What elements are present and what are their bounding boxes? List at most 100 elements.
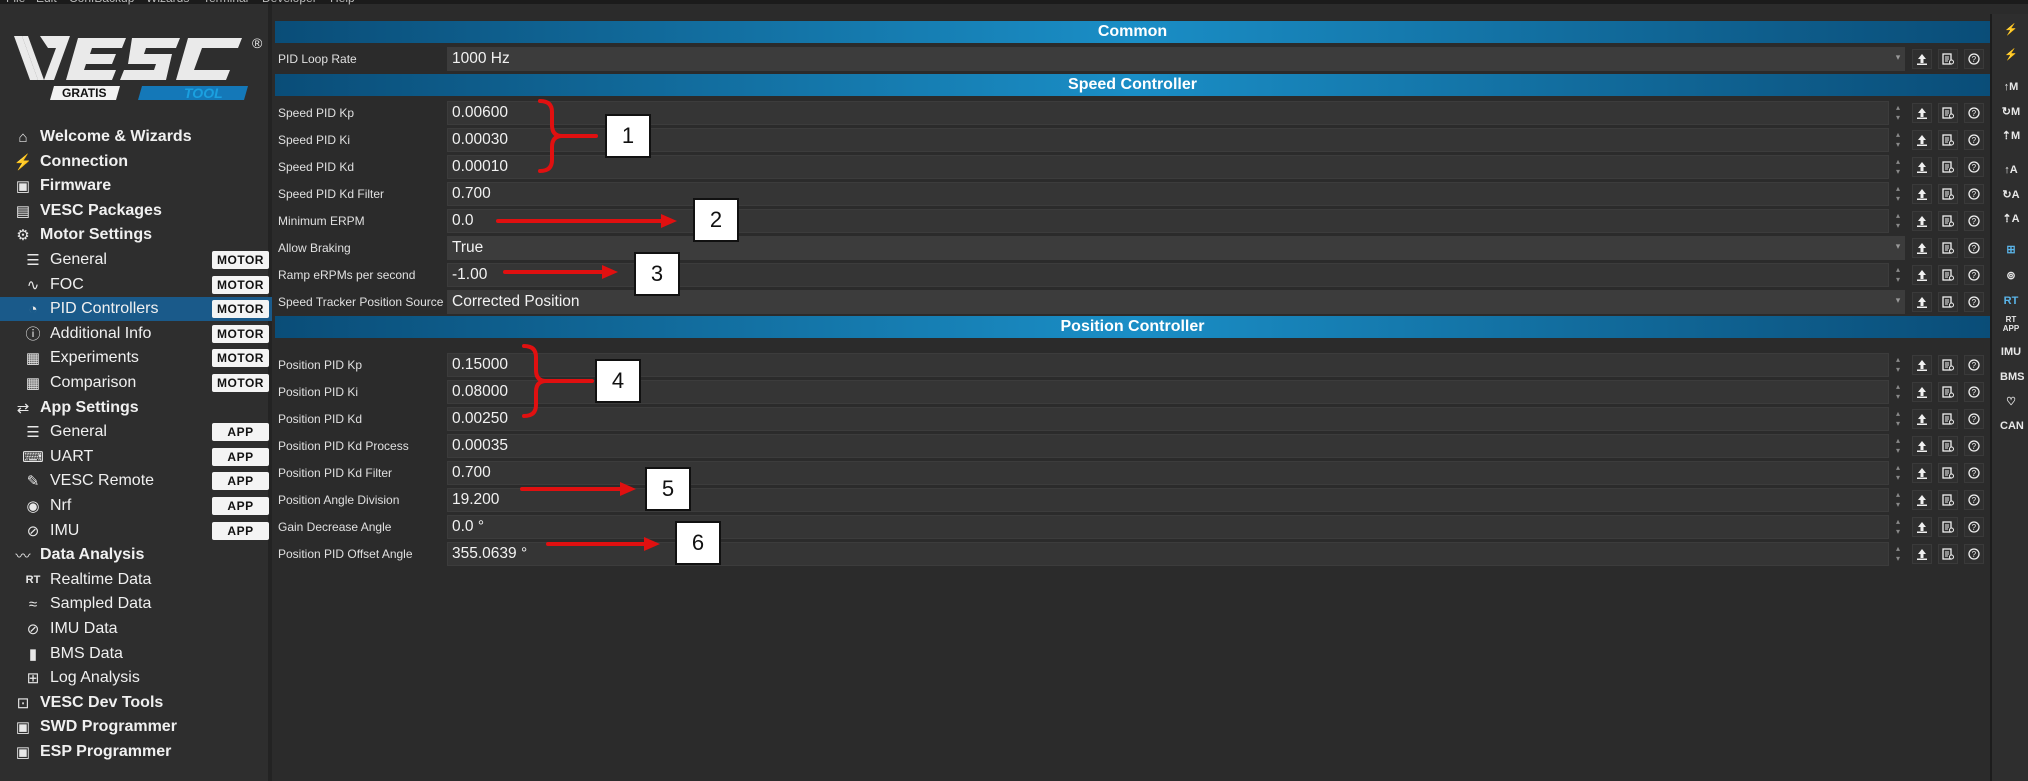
write-to-vesc-button[interactable] (1912, 238, 1932, 258)
write-to-vesc-button[interactable] (1912, 292, 1932, 312)
spin-arrows-icon[interactable]: ▴ ▾ (1892, 355, 1904, 375)
sidebar-item-connection-1[interactable]: ⚡ Connection (0, 150, 272, 174)
sidebar-item-log-analysis-22[interactable]: ⊞ Log Analysis (0, 666, 272, 690)
sidebar-item-imu-16[interactable]: ⊘ IMU APP (0, 519, 272, 543)
write-to-vesc-button[interactable] (1912, 103, 1932, 123)
sidebar-item-general-12[interactable]: ☰ General APP (0, 420, 272, 444)
restore-default-button[interactable] (1938, 211, 1958, 231)
restore-default-button[interactable] (1938, 238, 1958, 258)
write-to-vesc-button[interactable] (1912, 355, 1932, 375)
help-button[interactable]: ? (1964, 130, 1984, 150)
keepalive-icon[interactable]: ♡ (2000, 392, 2022, 412)
sidebar-item-sampled-data-19[interactable]: ≈ Sampled Data (0, 592, 272, 616)
read-default-app-config-icon[interactable]: ↻A (2000, 185, 2022, 205)
spin-arrows-icon[interactable]: ▴ ▾ (1892, 517, 1904, 537)
menu-item-confbackup[interactable]: ConfBackup (69, 0, 134, 4)
spin-arrows-icon[interactable]: ▴ ▾ (1892, 184, 1904, 204)
sidebar-item-uart-13[interactable]: ⌨ UART APP (0, 445, 272, 469)
help-button[interactable]: ? (1964, 211, 1984, 231)
param-spinbox[interactable]: 0.08000 (447, 380, 1889, 404)
sidebar-item-bms-data-21[interactable]: ▮ BMS Data (0, 642, 272, 666)
restore-default-button[interactable] (1938, 130, 1958, 150)
can-bus-scan-icon[interactable]: ⊞ (2000, 240, 2022, 260)
restore-default-button[interactable] (1938, 463, 1958, 483)
help-button[interactable]: ? (1964, 409, 1984, 429)
param-spinbox[interactable]: 0.00600 (447, 101, 1889, 125)
write-to-vesc-button[interactable] (1912, 463, 1932, 483)
spin-arrows-icon[interactable]: ▴ ▾ (1892, 490, 1904, 510)
param-spinbox[interactable]: 0.0 (447, 209, 1889, 233)
sidebar-item-welcome-wizards-0[interactable]: ⌂ Welcome & Wizards (0, 125, 272, 149)
write-to-vesc-button[interactable] (1912, 409, 1932, 429)
write-to-vesc-button[interactable] (1912, 184, 1932, 204)
write-to-vesc-button[interactable] (1912, 544, 1932, 564)
menu-item-wizards[interactable]: Wizards (146, 0, 189, 4)
spin-arrows-icon[interactable]: ▴ ▾ (1892, 463, 1904, 483)
sidebar-item-nrf-15[interactable]: ◉ Nrf APP (0, 494, 272, 518)
sidebar-item-data-analysis-17[interactable]: 〰 Data Analysis (0, 543, 272, 567)
param-spinbox[interactable]: 0.00250 (447, 407, 1889, 431)
restore-default-button[interactable] (1938, 490, 1958, 510)
sidebar-item-vesc-remote-14[interactable]: ✎ VESC Remote APP (0, 469, 272, 493)
sidebar-item-additional-info-8[interactable]: ⓘ Additional Info MOTOR (0, 322, 272, 346)
sidebar-item-comparison-10[interactable]: ▦ Comparison MOTOR (0, 371, 272, 395)
help-button[interactable]: ? (1964, 382, 1984, 402)
bms-toggle-icon[interactable]: BMS (2000, 367, 2024, 387)
sidebar-item-motor-settings-4[interactable]: ⚙ Motor Settings (0, 223, 272, 247)
read-motor-config-icon[interactable]: ↑M (2000, 77, 2022, 97)
write-to-vesc-button[interactable] (1912, 490, 1932, 510)
menu-item-terminal[interactable]: Terminal (203, 0, 248, 4)
param-spinbox[interactable]: 0.00035 (447, 434, 1889, 458)
can-forward-icon[interactable]: CAN (2000, 416, 2024, 436)
param-spinbox[interactable]: 0.700 (447, 182, 1889, 206)
write-to-vesc-button[interactable] (1912, 211, 1932, 231)
gamepad-icon[interactable]: ⊚ (2000, 266, 2022, 286)
imu-toggle-icon[interactable]: IMU (2000, 342, 2022, 362)
help-button[interactable]: ? (1964, 355, 1984, 375)
restore-default-button[interactable] (1938, 517, 1958, 537)
restore-default-button[interactable] (1938, 544, 1958, 564)
realtime-app-icon[interactable]: RT APP (2000, 315, 2022, 335)
help-button[interactable]: ? (1964, 292, 1984, 312)
restore-default-button[interactable] (1938, 157, 1958, 177)
restore-default-button[interactable] (1938, 49, 1958, 69)
restore-default-button[interactable] (1938, 355, 1958, 375)
sidebar-item-foc-6[interactable]: ∿ FOC MOTOR (0, 273, 272, 297)
restore-default-button[interactable] (1938, 292, 1958, 312)
spin-arrows-icon[interactable]: ▴ ▾ (1892, 103, 1904, 123)
sidebar-item-realtime-data-18[interactable]: RT Realtime Data (0, 568, 272, 592)
spin-arrows-icon[interactable]: ▴ ▾ (1892, 130, 1904, 150)
help-button[interactable]: ? (1964, 103, 1984, 123)
sidebar-item-app-settings-11[interactable]: ⇄ App Settings (0, 396, 272, 420)
spin-arrows-icon[interactable]: ▴ ▾ (1892, 544, 1904, 564)
write-to-vesc-button[interactable] (1912, 517, 1932, 537)
disconnect-icon[interactable]: ⚡ (2000, 45, 2022, 65)
help-button[interactable]: ? (1964, 157, 1984, 177)
chevron-down-icon[interactable]: ▾ (1892, 241, 1904, 255)
write-to-vesc-button[interactable] (1912, 130, 1932, 150)
chevron-down-icon[interactable]: ▾ (1892, 295, 1904, 309)
restore-default-button[interactable] (1938, 409, 1958, 429)
sidebar-item-swd-programmer-24[interactable]: ▣ SWD Programmer (0, 715, 272, 739)
spin-arrows-icon[interactable]: ▴ ▾ (1892, 265, 1904, 285)
param-spinbox[interactable]: 355.0639 ° (447, 542, 1889, 566)
write-to-vesc-button[interactable] (1912, 157, 1932, 177)
help-button[interactable]: ? (1964, 436, 1984, 456)
restore-default-button[interactable] (1938, 382, 1958, 402)
help-button[interactable]: ? (1964, 544, 1984, 564)
read-app-config-icon[interactable]: ↑A (2000, 160, 2022, 180)
help-button[interactable]: ? (1964, 463, 1984, 483)
write-app-config-icon[interactable]: ⇡A (2000, 209, 2022, 229)
write-to-vesc-button[interactable] (1912, 436, 1932, 456)
menu-item-help[interactable]: Help (330, 0, 355, 4)
sidebar-item-vesc-packages-3[interactable]: ▤ VESC Packages (0, 199, 272, 223)
sidebar-item-esp-programmer-25[interactable]: ▣ ESP Programmer (0, 740, 272, 764)
menu-item-developer[interactable]: Developer (262, 0, 317, 4)
restore-default-button[interactable] (1938, 103, 1958, 123)
help-button[interactable]: ? (1964, 238, 1984, 258)
write-to-vesc-button[interactable] (1912, 382, 1932, 402)
help-button[interactable]: ? (1964, 184, 1984, 204)
restore-default-button[interactable] (1938, 184, 1958, 204)
help-button[interactable]: ? (1964, 49, 1984, 69)
param-spinbox[interactable]: 0.15000 (447, 353, 1889, 377)
